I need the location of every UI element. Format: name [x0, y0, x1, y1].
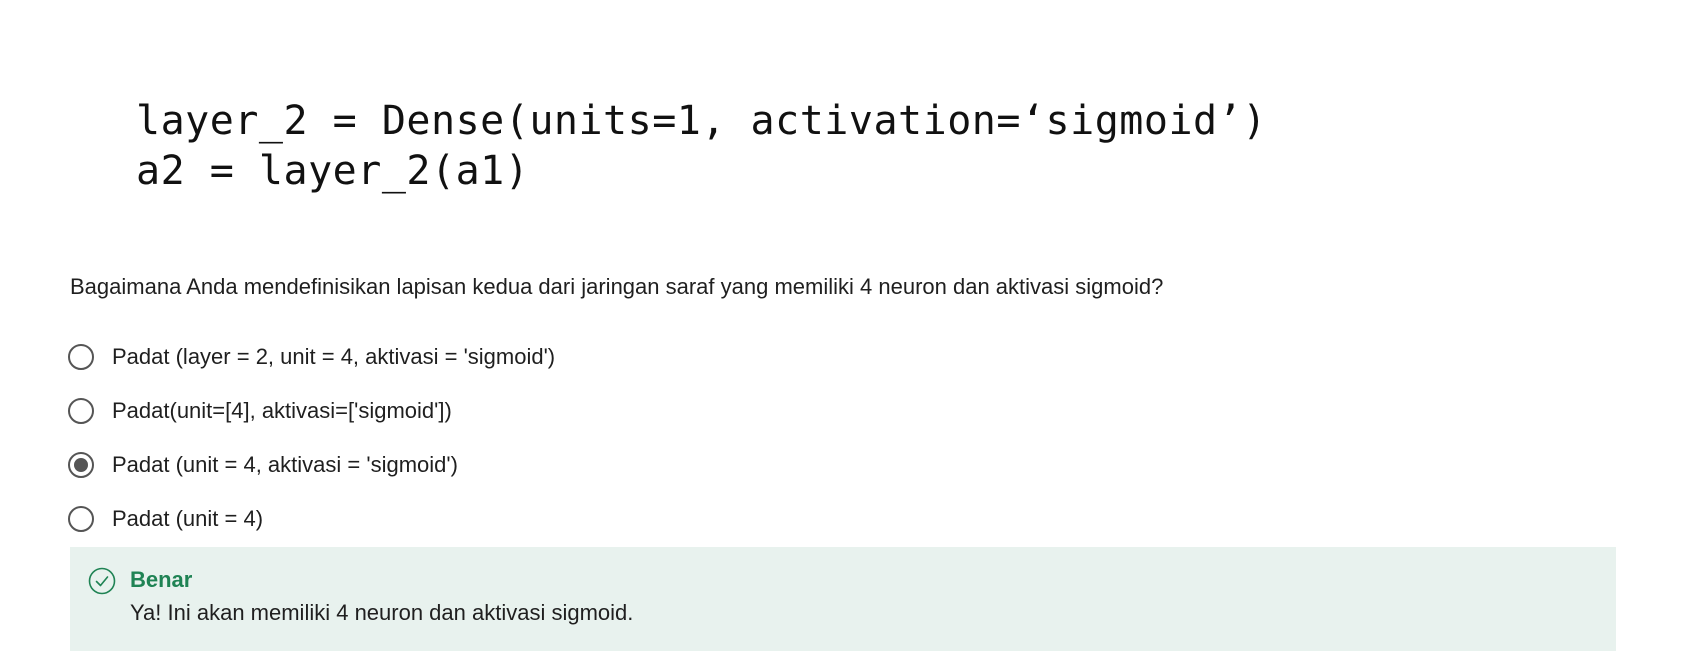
option-label: Padat (layer = 2, unit = 4, aktivasi = '…	[112, 344, 556, 369]
option-label: Padat (unit = 4)	[112, 506, 264, 531]
feedback-message: Ya! Ini akan memiliki 4 neuron dan aktiv…	[130, 600, 634, 625]
option-1[interactable]: Padat (layer = 2, unit = 4, aktivasi = '…	[68, 330, 555, 384]
radio-button-icon[interactable]	[68, 344, 94, 370]
radio-dot	[74, 458, 88, 472]
option-label: Padat(unit=[4], aktivasi=['sigmoid'])	[112, 398, 452, 423]
code-line-1: layer_2 = Dense(units=1, activation=‘sig…	[136, 98, 1267, 144]
quiz-page: layer_2 = Dense(units=1, activation=‘sig…	[0, 0, 1690, 671]
answer-options: Padat (layer = 2, unit = 4, aktivasi = '…	[68, 330, 555, 546]
option-2[interactable]: Padat(unit=[4], aktivasi=['sigmoid'])	[68, 384, 555, 438]
option-4[interactable]: Padat (unit = 4)	[68, 492, 555, 546]
feedback-panel: Benar Ya! Ini akan memiliki 4 neuron dan…	[70, 547, 1616, 651]
feedback-title: Benar	[130, 567, 193, 592]
radio-button-selected-icon[interactable]	[68, 452, 94, 478]
question-text: Bagaimana Anda mendefinisikan lapisan ke…	[70, 274, 1164, 299]
code-snippet-image: layer_2 = Dense(units=1, activation=‘sig…	[136, 96, 1267, 196]
radio-button-icon[interactable]	[68, 398, 94, 424]
option-label: Padat (unit = 4, aktivasi = 'sigmoid')	[112, 452, 458, 477]
code-line-2: a2 = layer_2(a1)	[136, 148, 530, 194]
check-circle-icon	[88, 567, 116, 595]
option-3[interactable]: Padat (unit = 4, aktivasi = 'sigmoid')	[68, 438, 555, 492]
radio-button-icon[interactable]	[68, 506, 94, 532]
